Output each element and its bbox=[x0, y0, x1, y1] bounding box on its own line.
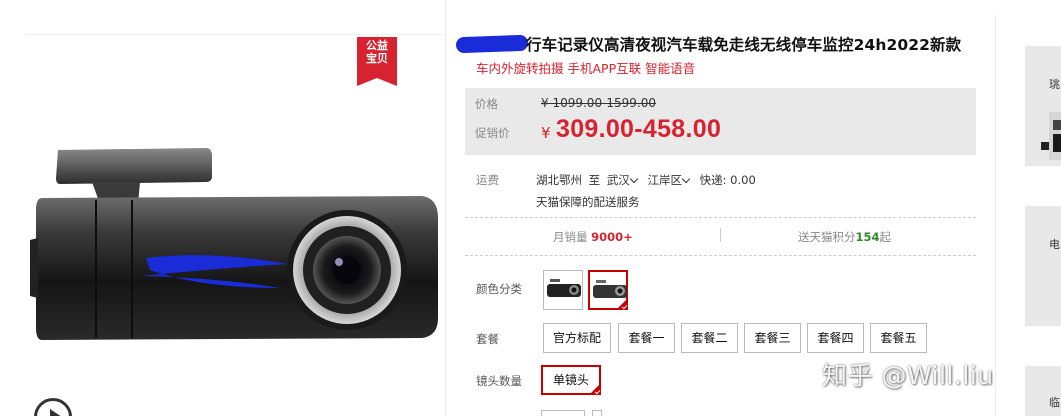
package-option-0[interactable]: 官方标配 bbox=[543, 323, 611, 353]
monthly-sales-value: 9000+ bbox=[591, 230, 633, 244]
lens-option-text: 单镜头 bbox=[552, 373, 589, 387]
ship-city-select[interactable]: 武汉 bbox=[607, 173, 641, 187]
play-video-button[interactable] bbox=[34, 398, 72, 416]
product-title: 行车记录仪高清夜视汽车载免走线无线停车监控24h2022新款 bbox=[526, 36, 962, 54]
tmall-points: 送天猫积分154起 bbox=[798, 229, 891, 245]
color-swatch-1[interactable] bbox=[543, 270, 583, 310]
points-prefix: 送天猫积分 bbox=[798, 230, 856, 244]
divider bbox=[465, 217, 976, 218]
ship-to: 至 bbox=[588, 173, 601, 187]
option-box-partial[interactable] bbox=[592, 410, 602, 416]
divider bbox=[995, 14, 996, 416]
ship-express: 快递: 0.00 bbox=[699, 173, 756, 187]
divider bbox=[445, 0, 446, 416]
product-thumbnail-icon bbox=[1041, 112, 1061, 160]
price-panel: 价格 ¥ 1099.00-1599.00 促销价 ¥ 309.00-458.00 bbox=[465, 88, 976, 155]
option-box-partial[interactable] bbox=[541, 410, 585, 416]
divider bbox=[465, 255, 976, 256]
lens-option-label: 镜头数量 bbox=[476, 374, 522, 388]
shipping-service: 天猫保障的配送服务 bbox=[536, 195, 640, 209]
product-subtitle: 车内外旋转拍摄 手机APP互联 智能语音 bbox=[476, 61, 696, 76]
charity-badge-text: 公益 宝贝 bbox=[366, 39, 388, 65]
divider bbox=[26, 34, 444, 35]
lens-option-single[interactable]: 单镜头 bbox=[541, 365, 601, 395]
shipping-info: 湖北鄂州 至 武汉 江岸区 快递: 0.00 bbox=[536, 172, 759, 188]
redacted-brand bbox=[455, 34, 529, 54]
color-swatch-2[interactable] bbox=[588, 270, 628, 310]
product-image-panel: 公益 宝贝 bbox=[0, 0, 448, 416]
promo-price-label: 促销价 bbox=[475, 126, 510, 140]
sidebar-recommend-card-1[interactable]: 珧 bbox=[1025, 46, 1061, 166]
shipping-label: 运费 bbox=[476, 173, 499, 187]
sidebar-card-text: 电 bbox=[1049, 238, 1060, 251]
promo-currency: ¥ bbox=[541, 124, 551, 142]
sidebar-recommend-card-2[interactable]: 电 bbox=[1025, 206, 1061, 326]
monthly-sales: 月销量 9000+ bbox=[553, 229, 633, 245]
chevron-down-icon bbox=[629, 174, 639, 184]
dash-cam-thumbnail-icon bbox=[547, 279, 581, 297]
ship-origin: 湖北鄂州 bbox=[536, 173, 582, 187]
sidebar-card-text: 临 bbox=[1049, 396, 1060, 409]
divider bbox=[720, 228, 721, 242]
ship-city: 武汉 bbox=[606, 173, 630, 187]
points-value: 154 bbox=[855, 230, 880, 244]
package-option-1[interactable]: 套餐一 bbox=[618, 323, 675, 353]
package-option-2[interactable]: 套餐二 bbox=[681, 323, 738, 353]
sidebar-card-text: 珧 bbox=[1049, 78, 1060, 91]
promo-price: 309.00-458.00 bbox=[556, 115, 722, 143]
color-option-label: 颜色分类 bbox=[476, 282, 522, 296]
charity-badge: 公益 宝贝 bbox=[357, 37, 397, 86]
original-price: ¥ 1099.00-1599.00 bbox=[541, 96, 657, 110]
package-option-label: 套餐 bbox=[476, 332, 499, 346]
ship-district: 江岸区 bbox=[647, 173, 682, 187]
selected-check-icon bbox=[589, 383, 601, 395]
package-option-5[interactable]: 套餐五 bbox=[870, 323, 927, 353]
ship-district-select[interactable]: 江岸区 bbox=[647, 173, 693, 187]
monthly-sales-label: 月销量 bbox=[553, 230, 588, 244]
sidebar-recommend-card-3[interactable]: 临 bbox=[1025, 366, 1061, 416]
watermark: 知乎 @Will.liu bbox=[822, 361, 994, 390]
price-label: 价格 bbox=[475, 97, 498, 111]
points-suffix: 起 bbox=[879, 230, 892, 244]
package-option-3[interactable]: 套餐三 bbox=[744, 323, 801, 353]
dash-cam-thumbnail-icon bbox=[593, 280, 627, 298]
dash-cam-product-image bbox=[30, 148, 438, 340]
package-option-4[interactable]: 套餐四 bbox=[807, 323, 864, 353]
chevron-down-icon bbox=[681, 174, 691, 184]
